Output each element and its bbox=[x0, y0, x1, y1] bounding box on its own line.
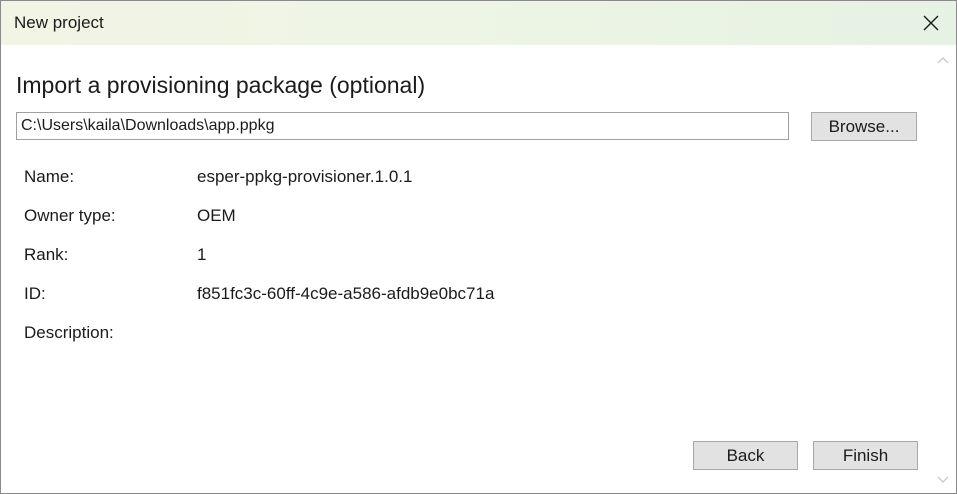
package-path-input[interactable] bbox=[16, 112, 789, 140]
browse-button[interactable]: Browse... bbox=[811, 112, 917, 141]
name-label: Name: bbox=[24, 167, 75, 186]
close-button[interactable] bbox=[912, 5, 950, 41]
id-value: f851fc3c-60ff-4c9e-a586-afdb9e0bc71a bbox=[197, 284, 495, 303]
page-heading: Import a provisioning package (optional) bbox=[16, 72, 426, 98]
chevron-down-icon bbox=[937, 476, 949, 483]
id-label: ID: bbox=[24, 284, 46, 303]
name-value: esper-ppkg-provisioner.1.0.1 bbox=[197, 167, 413, 186]
back-button[interactable]: Back bbox=[693, 441, 798, 470]
owner-type-label: Owner type: bbox=[24, 206, 116, 225]
rank-value: 1 bbox=[197, 245, 207, 264]
rank-label: Rank: bbox=[24, 245, 69, 264]
title-bar[interactable]: New project bbox=[1, 1, 956, 45]
scroll-up-button[interactable] bbox=[936, 53, 950, 67]
scroll-down-button[interactable] bbox=[936, 473, 950, 487]
vertical-scrollbar[interactable] bbox=[930, 45, 956, 493]
owner-type-value: OEM bbox=[197, 206, 236, 225]
close-icon bbox=[923, 15, 939, 31]
new-project-dialog: New project Import a provisioning packag… bbox=[0, 0, 957, 494]
chevron-up-icon bbox=[937, 57, 949, 64]
description-label: Description: bbox=[24, 323, 114, 342]
window-title: New project bbox=[14, 13, 104, 32]
finish-button[interactable]: Finish bbox=[813, 441, 918, 470]
